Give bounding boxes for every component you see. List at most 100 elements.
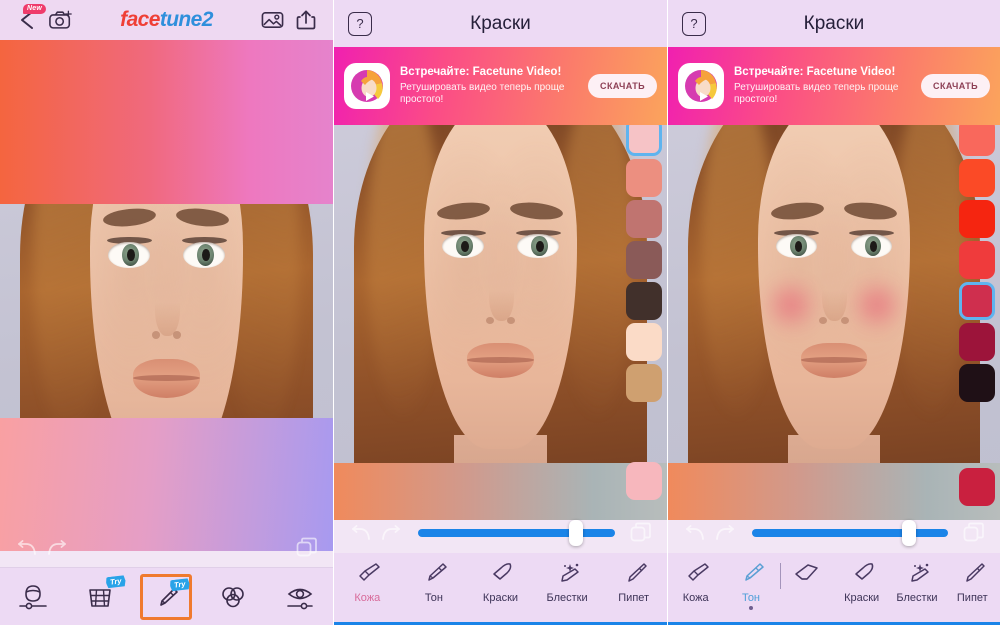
tone-brush-icon xyxy=(428,563,447,581)
eye-left xyxy=(108,241,150,269)
photo-canvas-1[interactable] xyxy=(0,40,333,551)
lip-line xyxy=(800,357,868,363)
eraser-icon xyxy=(795,564,819,580)
tool-makeup-brush[interactable]: Try xyxy=(140,573,193,620)
swatch-1[interactable] xyxy=(959,159,995,197)
eye-slider-icon xyxy=(286,588,313,609)
panel3-control-bar xyxy=(668,513,1000,553)
banner-download-button-2[interactable]: СКАЧАТЬ xyxy=(588,74,657,98)
share-button[interactable] xyxy=(289,3,323,37)
compare-button-1[interactable] xyxy=(293,535,321,561)
new-badge: New xyxy=(23,4,46,14)
glitter-brush-icon xyxy=(911,563,929,582)
swatch-2[interactable] xyxy=(626,200,662,238)
glitter-brush-icon xyxy=(561,563,579,582)
pupil-right xyxy=(869,240,878,252)
swatch-bottom-3[interactable] xyxy=(959,468,995,506)
undo-button-1[interactable] xyxy=(12,535,42,561)
swatch-4[interactable] xyxy=(626,282,662,320)
panel1-header: New facetune2 xyxy=(0,0,333,40)
banner-text-3: Встречайте: Facetune Video! Ретушировать… xyxy=(724,65,921,106)
brush-size-slider-3[interactable] xyxy=(752,520,948,546)
swatch-5[interactable] xyxy=(626,323,662,361)
color-swatch-rail-2 xyxy=(621,118,667,405)
face-slider-icon xyxy=(19,584,48,609)
tool-eye[interactable] xyxy=(274,574,326,620)
facetune-video-app-icon xyxy=(344,63,390,109)
panel1-tool-bar: Try Try xyxy=(0,567,333,625)
camera-button[interactable] xyxy=(44,3,78,37)
eye-left xyxy=(442,233,484,259)
compare-button-3[interactable] xyxy=(960,520,988,546)
promo-banner-2[interactable]: Встречайте: Facetune Video! Ретушировать… xyxy=(334,47,667,125)
tool-label-glitter-3: Блестки xyxy=(896,592,938,604)
swatch-bottom-wrap-2 xyxy=(626,462,662,500)
tool-skin-2[interactable]: Кожа xyxy=(334,561,401,604)
pupil-right xyxy=(202,249,210,262)
logo-face: face xyxy=(120,8,160,31)
panel-paint-skin: ? Краски Встречайте: Facetune Video! Рет… xyxy=(334,0,667,625)
swatch-6[interactable] xyxy=(626,364,662,402)
tool-label-skin-3: Кожа xyxy=(682,592,709,604)
banner-download-button-3[interactable]: СКАЧАТЬ xyxy=(921,74,990,98)
brush-size-slider-2[interactable] xyxy=(418,520,615,546)
tool-eyedropper-3[interactable]: Пипет xyxy=(945,561,1000,604)
redo-icon xyxy=(382,525,400,540)
gallery-button[interactable] xyxy=(255,3,289,37)
pupil-right xyxy=(536,240,544,252)
redo-icon xyxy=(48,540,66,555)
swatch-5[interactable] xyxy=(959,323,995,361)
undo-button-2[interactable] xyxy=(346,520,376,546)
lip-line xyxy=(467,357,534,363)
tool-label-eyedropper-3: Пипет xyxy=(956,592,988,604)
swatch-1[interactable] xyxy=(626,159,662,197)
back-button[interactable]: New xyxy=(10,3,46,37)
tool-label-eyedropper-2: Пипет xyxy=(618,592,650,604)
tool-grid-patch[interactable]: Try xyxy=(74,574,126,620)
paint-marker-icon xyxy=(854,563,873,580)
tool-face-reshape[interactable] xyxy=(7,574,59,620)
swatch-3[interactable] xyxy=(959,241,995,279)
redo-button-3[interactable] xyxy=(710,520,740,546)
tool-glitter-2[interactable]: Блестки xyxy=(534,561,601,604)
panel2-tool-bar: Кожа Тон Краски Блестки Пипет xyxy=(334,553,667,625)
page-title-3: Краски xyxy=(803,12,865,34)
tool-skin-3[interactable]: Кожа xyxy=(668,561,723,604)
tool-eraser-3[interactable] xyxy=(779,561,834,592)
undo-button-3[interactable] xyxy=(680,520,710,546)
tool-glitter-3[interactable]: Блестки xyxy=(889,561,944,604)
panel-editor-home: New facetune2 Try Try xyxy=(0,0,333,625)
tool-paint-3[interactable]: Краски xyxy=(834,561,889,604)
redo-button-1[interactable] xyxy=(42,535,72,561)
compare-button-2[interactable] xyxy=(627,520,655,546)
undo-icon xyxy=(18,540,36,555)
app-icon-art xyxy=(685,70,717,102)
swatch-bottom-2[interactable] xyxy=(626,462,662,500)
slider-thumb-3[interactable] xyxy=(901,520,916,546)
try-badge-grid: Try xyxy=(106,574,127,588)
nose xyxy=(822,269,848,322)
nostril-left xyxy=(819,316,828,324)
tool-blur[interactable] xyxy=(207,574,259,620)
blush-left xyxy=(762,278,820,331)
swatch-6[interactable] xyxy=(959,364,995,402)
panel1-control-bar xyxy=(0,528,333,568)
nose xyxy=(154,280,180,337)
tool-tone-3[interactable]: Тон xyxy=(723,561,781,610)
swatch-3[interactable] xyxy=(626,241,662,279)
promo-banner-3[interactable]: Встречайте: Facetune Video! Ретушировать… xyxy=(668,47,1000,125)
eyedropper-icon xyxy=(627,563,647,582)
tool-paint-2[interactable]: Краски xyxy=(467,561,534,604)
camera-add-icon xyxy=(49,10,72,29)
banner-subtitle-2: Ретушировать видео теперь проще простого… xyxy=(400,81,565,106)
gradient-overlay-bottom xyxy=(668,463,1000,520)
tool-label-tone-3: Тон xyxy=(741,592,761,604)
tool-eyedropper-2[interactable]: Пипет xyxy=(600,561,667,604)
redo-button-2[interactable] xyxy=(376,520,406,546)
swatch-2[interactable] xyxy=(959,200,995,238)
slider-thumb-2[interactable] xyxy=(568,520,583,546)
tool-active-dot-3 xyxy=(748,606,753,610)
tool-tone-2[interactable]: Тон xyxy=(401,561,468,604)
swatch-4[interactable] xyxy=(959,282,995,320)
pupil-left xyxy=(127,249,135,262)
